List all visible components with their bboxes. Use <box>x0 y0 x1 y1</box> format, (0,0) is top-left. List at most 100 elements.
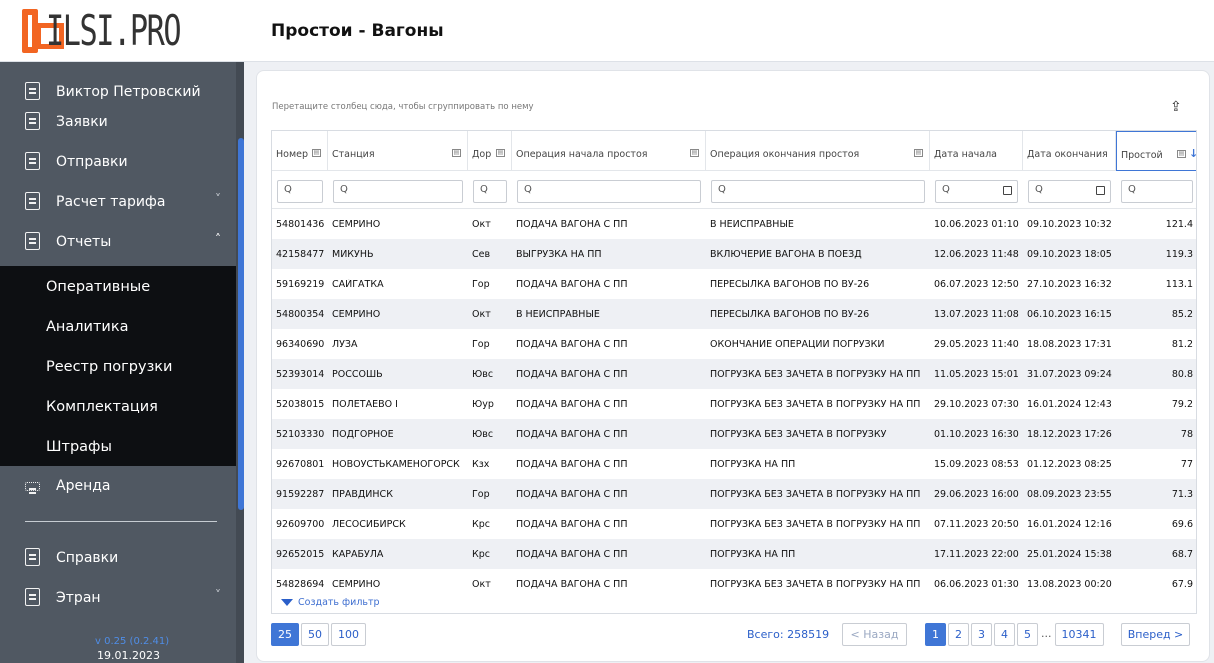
table-row[interactable]: 92609700 ЛЕСОСИБИРСК Крс ПОДАЧА ВАГОНА С ПП… <box>272 509 1196 539</box>
table-cell: ПЕРЕСЫЛКА ВАГОНОВ ПО ВУ-26 <box>710 309 870 320</box>
sidebar-item-shipments[interactable]: Отправки <box>0 144 236 180</box>
column-header-label: Станция <box>332 149 375 160</box>
column-filter-input[interactable]: Q <box>1121 180 1193 203</box>
export-icon[interactable]: ⇪ <box>1170 99 1182 115</box>
table-row[interactable]: 54801436 СЕМРИНО Окт ПОДАЧА ВАГОНА С ПП В НЕ… <box>272 209 1196 239</box>
table-cell: Кзх <box>472 459 490 470</box>
submenu-item-assembly[interactable]: Комплектация <box>46 399 158 415</box>
submenu-item-fines[interactable]: Штрафы <box>46 439 112 455</box>
table-row[interactable]: 54828694 СЕМРИНО Окт ПОДАЧА ВАГОНА С ПП ПОГР… <box>272 569 1196 599</box>
column-menu-icon[interactable]: ▤ <box>914 149 923 157</box>
prev-page-button[interactable]: < Назад <box>842 623 907 646</box>
search-icon: Q <box>942 184 950 195</box>
sidebar-scrollbar-thumb[interactable] <box>238 138 244 510</box>
table-row[interactable]: 42158477 МИКУНЬ Сев ВЫГРУЗКА НА ПП ВКЛЮЧЕРИЕ… <box>272 239 1196 269</box>
table-row[interactable]: 92670801 НОВОУСТЬКАМЕНОГОРСК Кзх ПОДАЧА ВАГ… <box>272 449 1196 479</box>
table-cell: 09.10.2023 18:05 <box>1027 249 1112 260</box>
column-header[interactable]: Операция начала простоя ▤ <box>512 131 706 171</box>
column-header[interactable]: Номер ▤ <box>272 131 328 171</box>
table-row[interactable]: 96340690 ЛУЗА Гор ПОДАЧА ВАГОНА С ПП ОКОНЧАН… <box>272 329 1196 359</box>
sidebar: Виктор Петровский Заявки Отправки Расчет… <box>0 62 244 663</box>
page-size-100-button[interactable]: 100 <box>331 623 366 646</box>
page-2-button[interactable]: 2 <box>948 623 969 646</box>
column-menu-icon[interactable]: ▤ <box>496 149 505 157</box>
sidebar-item-references[interactable]: Справки <box>0 540 236 576</box>
column-filter-input[interactable]: Q <box>473 180 507 203</box>
sidebar-item-label: Заявки <box>56 114 108 130</box>
table-cell: ПОДАЧА ВАГОНА С ПП <box>516 339 628 350</box>
table-cell: Крс <box>472 519 490 530</box>
report-icon <box>25 232 40 250</box>
table-cell: 69.6 <box>1171 519 1193 530</box>
table-cell: ПОДГОРНОЕ <box>332 429 394 440</box>
column-filter-input[interactable]: Q <box>333 180 463 203</box>
page-size-50-button[interactable]: 50 <box>301 623 329 646</box>
table-row[interactable]: 52393014 РОССОШЬ Ювс ПОДАЧА ВАГОНА С ПП ПОГР… <box>272 359 1196 389</box>
table-row[interactable]: 59169219 САЙГАТКА Гор ПОДАЧА ВАГОНА С ПП ПЕР… <box>272 269 1196 299</box>
total-count: Всего: 258519 <box>747 628 830 641</box>
table-row[interactable]: 54800354 СЕМРИНО Окт В НЕИСПРАВНЫЕ ПЕРЕСЫЛКА… <box>272 299 1196 329</box>
submenu-item-analytics[interactable]: Аналитика <box>46 319 129 335</box>
column-filter-input[interactable]: Q <box>935 180 1018 203</box>
column-header[interactable]: Операция окончания простоя ▤ <box>706 131 930 171</box>
sort-desc-icon[interactable]: ↓ <box>1189 147 1196 160</box>
page-10341-button[interactable]: 10341 <box>1054 623 1104 646</box>
sidebar-item-etran[interactable]: Этран ˅ <box>0 580 236 616</box>
page-5-button[interactable]: 5 <box>1017 623 1038 646</box>
table-cell: 01.10.2023 16:30 <box>934 429 1019 440</box>
column-header[interactable]: Станция ▤ <box>328 131 468 171</box>
table-cell: ПОДАЧА ВАГОНА С ПП <box>516 579 628 590</box>
sidebar-item-reports[interactable]: Отчеты ˄ <box>0 224 236 260</box>
table-row[interactable]: 52038015 ПОЛЕТАЕВО I Юур ПОДАЧА ВАГОНА С ПП… <box>272 389 1196 419</box>
page-4-button[interactable]: 4 <box>994 623 1015 646</box>
submenu-item-loading-registry[interactable]: Реестр погрузки <box>46 359 172 375</box>
calendar-icon[interactable] <box>1003 186 1012 195</box>
logo[interactable]: ILSI.PRO <box>22 8 232 54</box>
table-row[interactable]: 92652015 КАРАБУЛА Крс ПОДАЧА ВАГОНА С ПП ПОГ… <box>272 539 1196 569</box>
page-1-button[interactable]: 1 <box>925 623 946 646</box>
column-header[interactable]: Простой ▤↓ <box>1116 131 1196 171</box>
table-cell: 113.1 <box>1165 279 1193 290</box>
column-header[interactable]: Дата начала <box>930 131 1023 171</box>
data-grid: Номер ▤ Станция ▤ Дор ▤ Операция начала просто… <box>271 130 1197 614</box>
create-filter-button[interactable]: Создать фильтр <box>281 597 380 608</box>
sidebar-item-rent[interactable]: Аренда <box>0 468 236 504</box>
sidebar-item-requests[interactable]: Заявки <box>0 104 236 140</box>
table-cell: 54800354 <box>276 309 325 320</box>
column-menu-icon[interactable]: ▤ <box>1177 150 1186 158</box>
calendar-icon[interactable] <box>1096 186 1105 195</box>
column-filter-input[interactable]: Q <box>277 180 323 203</box>
group-drop-area[interactable]: Перетащите столбец сюда, чтобы сгруппиро… <box>272 102 534 112</box>
table-cell: 29.05.2023 11:40 <box>934 339 1019 350</box>
table-cell: 52103330 <box>276 429 325 440</box>
next-page-button[interactable]: Вперед > <box>1121 623 1190 646</box>
table-cell: СЕМРИНО <box>332 219 381 230</box>
column-menu-icon[interactable]: ▤ <box>452 149 461 157</box>
table-row[interactable]: 91592287 ПРАВДИНСК Гор ПОДАЧА ВАГОНА С ПП ПО… <box>272 479 1196 509</box>
column-menu-icon[interactable]: ▤ <box>690 149 699 157</box>
page-size-25-button[interactable]: 25 <box>271 623 299 646</box>
table-cell: В НЕИСПРАВНЫЕ <box>516 309 600 320</box>
table-cell: 71.3 <box>1171 489 1193 500</box>
table-cell: ПОДАЧА ВАГОНА С ПП <box>516 399 628 410</box>
column-header-label: Дата окончания <box>1027 149 1108 160</box>
table-cell: 96340690 <box>276 339 325 350</box>
page-3-button[interactable]: 3 <box>971 623 992 646</box>
submenu-item-operative[interactable]: Оперативные <box>46 279 150 295</box>
column-header[interactable]: Дата окончания <box>1023 131 1116 171</box>
table-cell: ПОДАЧА ВАГОНА С ПП <box>516 459 628 470</box>
column-header[interactable]: Дор ▤ <box>468 131 512 171</box>
table-cell: 27.10.2023 16:32 <box>1027 279 1112 290</box>
calculator-icon <box>25 192 40 210</box>
table-cell: 81.2 <box>1171 339 1193 350</box>
table-row[interactable]: 52103330 ПОДГОРНОЕ Ювс ПОДАЧА ВАГОНА С ПП ПО… <box>272 419 1196 449</box>
column-filter-input[interactable]: Q <box>711 180 925 203</box>
search-icon: Q <box>284 184 292 195</box>
sidebar-item-tariff[interactable]: Расчет тарифа ˅ <box>0 184 236 220</box>
sidebar-item-label: Отправки <box>56 154 128 170</box>
column-menu-icon[interactable]: ▤ <box>312 149 321 157</box>
column-filter-input[interactable]: Q <box>1028 180 1111 203</box>
column-filter-input[interactable]: Q <box>517 180 701 203</box>
table-cell: 67.9 <box>1171 579 1193 590</box>
report-icon <box>25 588 40 606</box>
